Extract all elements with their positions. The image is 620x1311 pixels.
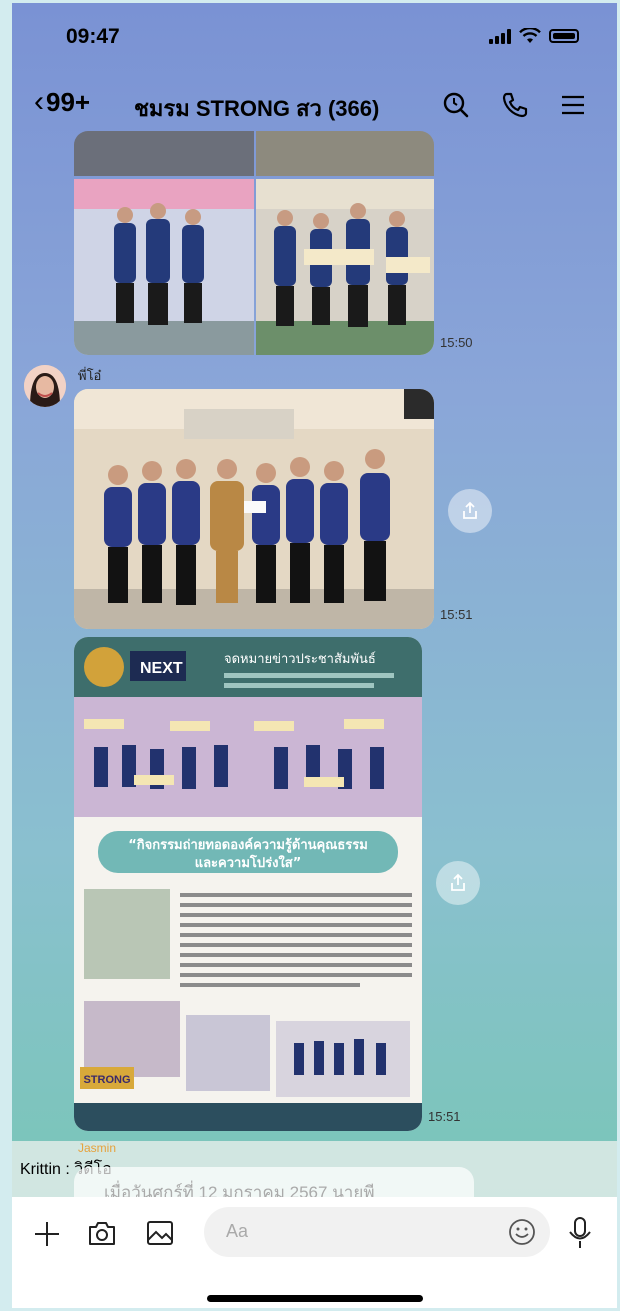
wifi-icon	[519, 28, 541, 43]
search-icon[interactable]	[440, 89, 472, 121]
status-time: 09:47	[66, 25, 120, 48]
camera-icon[interactable]	[86, 1217, 118, 1249]
message-input[interactable]: Aa	[204, 1207, 550, 1257]
poster-footer-logo: STRONG	[83, 1074, 130, 1086]
signal-icon	[489, 28, 511, 44]
reply-preview[interactable]: Jasmin Krittin : วิดีโอ เมื่อวันศุกร์ที่…	[12, 1141, 617, 1202]
message-time: 15:51	[428, 1109, 461, 1124]
image-message[interactable]	[74, 389, 434, 629]
poster-brand: NEXT	[140, 660, 183, 677]
message-placeholder: Aa	[226, 1221, 249, 1241]
chat-header: ‹ 99+ ชมรม STRONG สว (366)	[12, 83, 617, 127]
image-message[interactable]: NEXT จดหมายข่าวประชาสัมพันธ์ “กิจกรรมถ่า…	[74, 637, 422, 1131]
poster-banner-line2: และความโปร่งใส”	[195, 854, 302, 871]
avatar[interactable]	[24, 365, 66, 407]
chat-screen: 09:47 ‹ 99+ ชมรม STRONG สว (366) 15:50 พ…	[12, 3, 617, 1308]
status-icons	[489, 28, 579, 44]
emoji-icon[interactable]	[508, 1218, 536, 1246]
message-time: 15:51	[440, 607, 473, 622]
share-button[interactable]	[448, 489, 492, 533]
back-button[interactable]: ‹ 99+	[34, 85, 90, 119]
composer-bar: Aa	[12, 1197, 617, 1308]
plus-icon[interactable]	[32, 1219, 62, 1249]
poster-headline: จดหมายข่าวประชาสัมพันธ์	[224, 651, 376, 667]
collage-image	[74, 131, 434, 355]
share-icon	[451, 873, 465, 891]
message-time: 15:50	[440, 335, 473, 350]
image-icon[interactable]	[144, 1217, 176, 1249]
group-photo	[74, 389, 434, 629]
phone-icon[interactable]	[499, 89, 531, 121]
chevron-left-icon: ‹	[34, 85, 44, 118]
reply-author: Jasmin	[78, 1141, 117, 1155]
battery-icon	[549, 29, 579, 43]
image-message[interactable]	[74, 131, 434, 355]
share-button[interactable]	[436, 861, 480, 905]
news-poster: NEXT จดหมายข่าวประชาสัมพันธ์ “กิจกรรมถ่า…	[74, 637, 422, 1131]
share-icon	[463, 501, 477, 519]
sender-name: พี่โอ๋	[78, 368, 102, 383]
poster-banner-line1: “กิจกรรมถ่ายทอดองค์ความรู้ด้านคุณธรรม	[128, 837, 368, 853]
unread-count: 99+	[46, 86, 91, 117]
menu-icon[interactable]	[557, 89, 589, 121]
chat-title: ชมรม STRONG สว (366)	[134, 96, 380, 121]
home-indicator[interactable]	[207, 1295, 423, 1302]
microphone-icon[interactable]	[566, 1215, 594, 1251]
